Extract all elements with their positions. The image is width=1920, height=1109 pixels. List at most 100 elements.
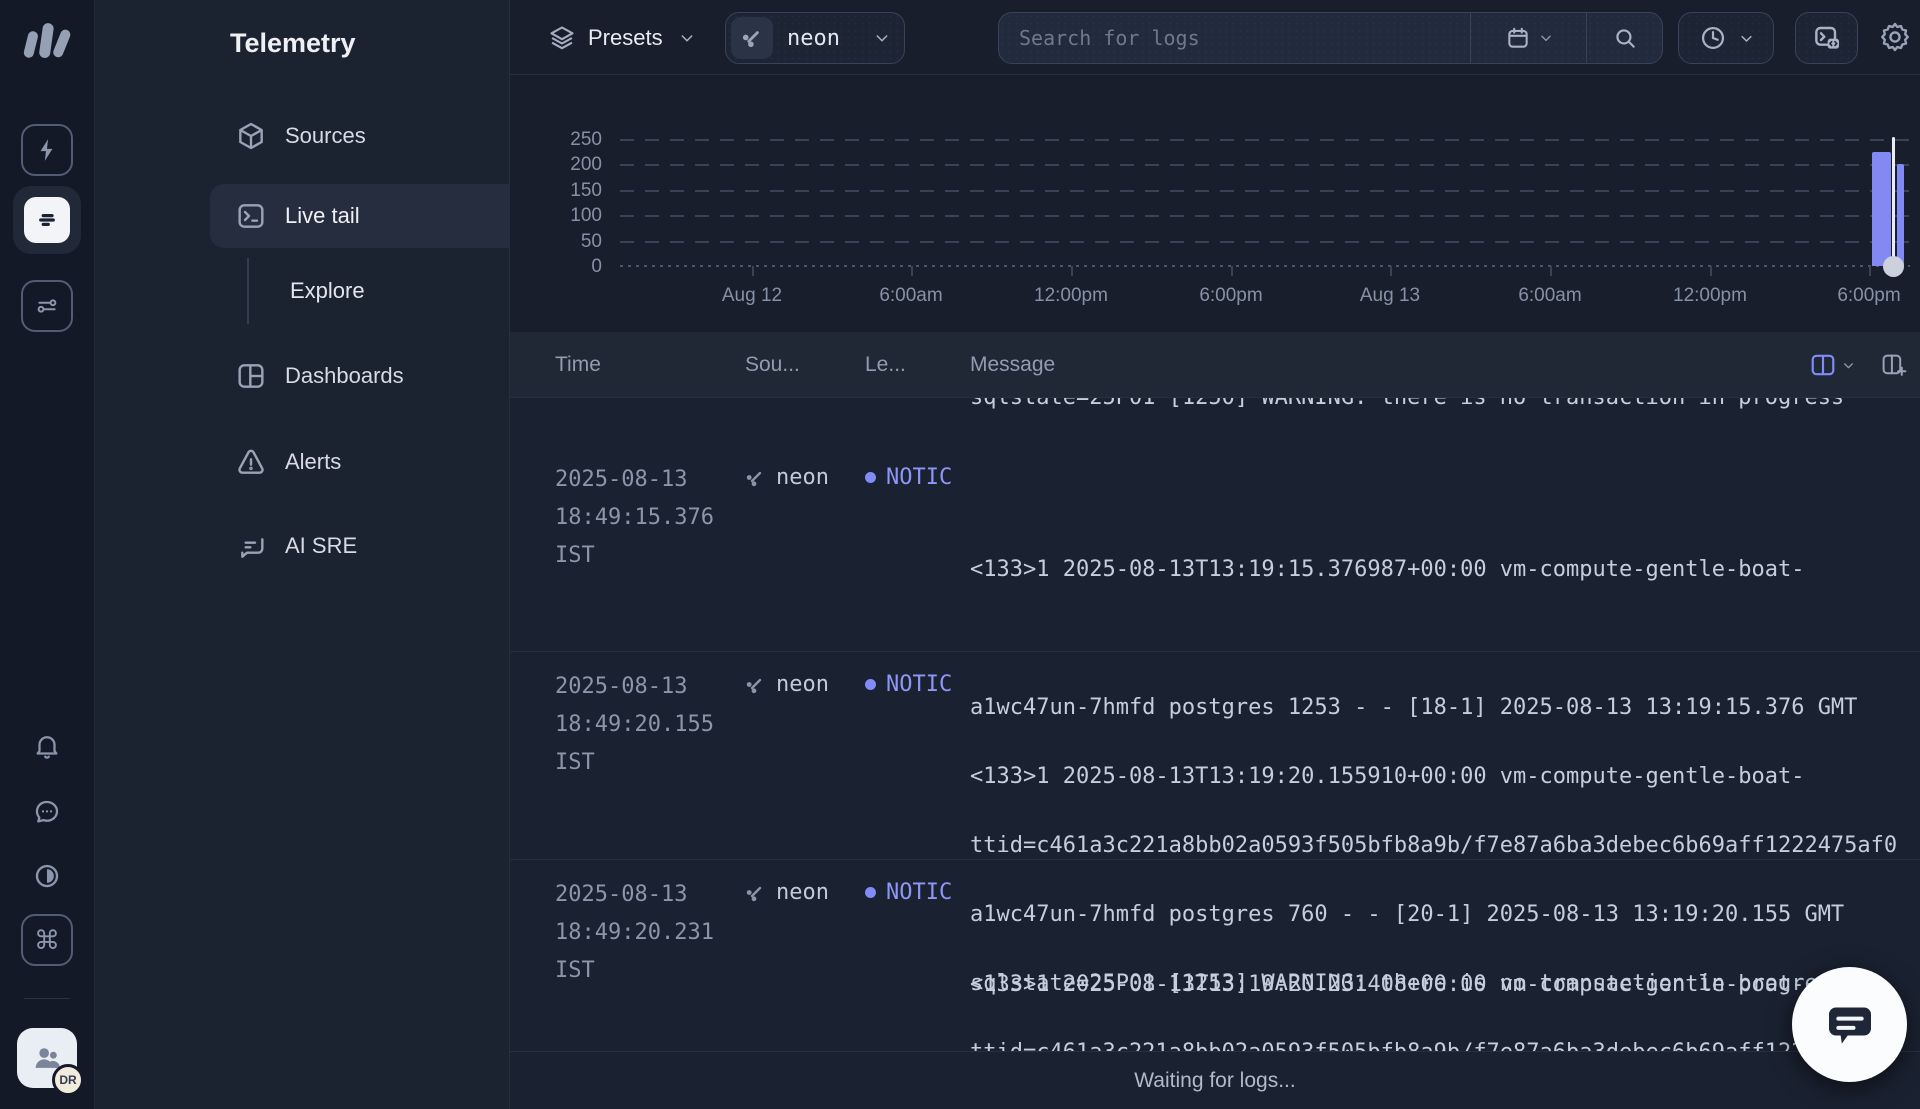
y-tick-label: 250 xyxy=(542,129,602,151)
user-initials-badge[interactable]: DR xyxy=(52,1064,84,1096)
log-table-body: sqlstate=25P01 [1250] WARNING: there is … xyxy=(510,398,1920,1051)
log-volume-chart: 250 200 150 100 50 0 Aug 1 xyxy=(510,75,1920,332)
log-level: NOTIC xyxy=(865,672,952,697)
presets-label: Presets xyxy=(588,25,663,51)
log-level-label: NOTIC xyxy=(886,672,952,697)
log-level: NOTIC xyxy=(865,880,952,905)
log-source: neon xyxy=(743,465,829,490)
column-header-source[interactable]: Sou... xyxy=(745,332,800,398)
dashboard-grid-icon xyxy=(235,360,267,392)
add-column-button[interactable] xyxy=(1881,353,1908,378)
main-content: Presets neon xyxy=(510,0,1920,1109)
logs-nav-button-active[interactable] xyxy=(13,186,81,254)
terminal-square-icon xyxy=(235,200,267,232)
chart-plot-area: Aug 12 6:00am 12:00pm 6:00pm Aug 13 6:00… xyxy=(620,139,1910,266)
chevron-down-icon xyxy=(679,30,695,46)
x-tick-label: 12:00pm xyxy=(1650,285,1770,307)
command-icon: ⌘ xyxy=(34,927,60,953)
sliders-nav-button[interactable] xyxy=(21,280,73,332)
bolt-icon xyxy=(34,137,60,163)
logs-icon xyxy=(24,197,70,243)
terminal-code-icon xyxy=(1811,22,1843,54)
row-separator xyxy=(510,859,1920,860)
log-time: 2025-08-13 18:49:20.231 IST xyxy=(555,876,740,990)
x-tick-label: 6:00pm xyxy=(1809,285,1920,307)
log-source-label: neon xyxy=(776,465,829,490)
theme-toggle-button[interactable] xyxy=(21,850,73,902)
y-tick-label: 100 xyxy=(542,205,602,227)
sidebar-item-label: AI SRE xyxy=(285,533,357,559)
log-level: NOTIC xyxy=(865,465,952,490)
x-tick-label: Aug 13 xyxy=(1330,285,1450,307)
sidebar-item-label: Live tail xyxy=(285,203,360,229)
feedback-button[interactable] xyxy=(21,786,73,838)
feedback-bubble-icon xyxy=(32,797,62,827)
search-submit-button[interactable] xyxy=(1586,13,1662,63)
column-header-message[interactable]: Message xyxy=(970,332,1055,398)
app-root: ⌘ DR Telemetry xyxy=(0,0,1920,1109)
column-header-level[interactable]: Le... xyxy=(865,332,906,398)
topbar: Presets neon xyxy=(510,0,1920,75)
warning-triangle-icon xyxy=(235,446,267,478)
log-source-label: neon xyxy=(776,672,829,697)
neon-comet-icon xyxy=(743,466,767,490)
log-level-label: NOTIC xyxy=(886,880,952,905)
log-search-group xyxy=(998,12,1663,64)
y-tick-label: 150 xyxy=(542,180,602,202)
level-dot-icon xyxy=(865,887,876,898)
log-volume-bar[interactable] xyxy=(1897,164,1904,266)
log-row[interactable]: 2025-08-13 18:49:20.155 IST neon NOTIC xyxy=(510,662,1920,858)
neon-comet-icon xyxy=(743,881,767,905)
bell-icon xyxy=(32,731,62,761)
rail-divider xyxy=(24,998,70,999)
sidebar-item-label: Dashboards xyxy=(285,363,404,389)
message-square-icon xyxy=(235,530,267,562)
time-range-dropdown[interactable] xyxy=(1678,12,1774,64)
status-bar: Waiting for logs... xyxy=(510,1051,1920,1109)
search-input[interactable] xyxy=(999,13,1470,63)
columns-layout-button[interactable] xyxy=(1810,353,1855,377)
log-source: neon xyxy=(743,672,829,697)
log-time: 2025-08-13 18:49:20.155 IST xyxy=(555,668,740,782)
log-time: 2025-08-13 18:49:15.376 IST xyxy=(555,461,740,575)
chevron-down-icon xyxy=(1739,31,1754,46)
level-dot-icon xyxy=(865,472,876,483)
x-tick-label: 6:00pm xyxy=(1171,285,1291,307)
chat-bubble-icon xyxy=(1822,997,1878,1053)
log-source-label: neon xyxy=(776,880,829,905)
source-selector-value: neon xyxy=(787,26,840,51)
chat-fab-button[interactable] xyxy=(1792,967,1907,1082)
notifications-button[interactable] xyxy=(21,720,73,772)
log-row[interactable]: 2025-08-13 18:49:15.376 IST neon NOTIC xyxy=(510,455,1920,651)
live-tail-settings-button[interactable] xyxy=(1795,12,1858,64)
log-message: <133>1 2025-08-13T13:19:20.231408+00:00 … xyxy=(970,870,1920,1051)
sliders-icon xyxy=(34,293,60,319)
middleware-logo-icon[interactable] xyxy=(22,16,72,60)
source-selector-dropdown[interactable]: neon xyxy=(725,12,905,64)
x-tick-label: Aug 12 xyxy=(692,285,812,307)
level-dot-icon xyxy=(865,679,876,690)
icon-rail: ⌘ DR xyxy=(0,0,95,1109)
x-tick-label: 6:00am xyxy=(1490,285,1610,307)
shortcuts-button[interactable]: ⌘ xyxy=(21,914,73,966)
log-source: neon xyxy=(743,880,829,905)
date-range-button[interactable] xyxy=(1470,13,1586,63)
waiting-status-text: Waiting for logs... xyxy=(1134,1069,1295,1093)
sidebar-title: Telemetry xyxy=(230,28,356,59)
log-volume-bar[interactable] xyxy=(1872,152,1891,266)
neon-comet-icon xyxy=(743,673,767,697)
clipped-log-line: sqlstate=25P01 [1250] WARNING: there is … xyxy=(970,398,1844,411)
bolt-nav-button[interactable] xyxy=(21,124,73,176)
settings-button[interactable] xyxy=(1878,20,1912,54)
clock-icon xyxy=(1699,24,1727,52)
x-axis-baseline xyxy=(620,265,1910,267)
column-header-time[interactable]: Time xyxy=(555,332,601,398)
chevron-down-icon xyxy=(874,30,890,46)
row-separator xyxy=(510,651,1920,652)
presets-dropdown[interactable]: Presets xyxy=(540,13,703,63)
subnav-rail xyxy=(247,258,249,324)
x-tick-label: 12:00pm xyxy=(1011,285,1131,307)
calendar-icon xyxy=(1505,25,1531,51)
log-row[interactable]: 2025-08-13 18:49:20.231 IST neon NOTIC xyxy=(510,870,1920,1051)
x-tick-label: 6:00am xyxy=(851,285,971,307)
